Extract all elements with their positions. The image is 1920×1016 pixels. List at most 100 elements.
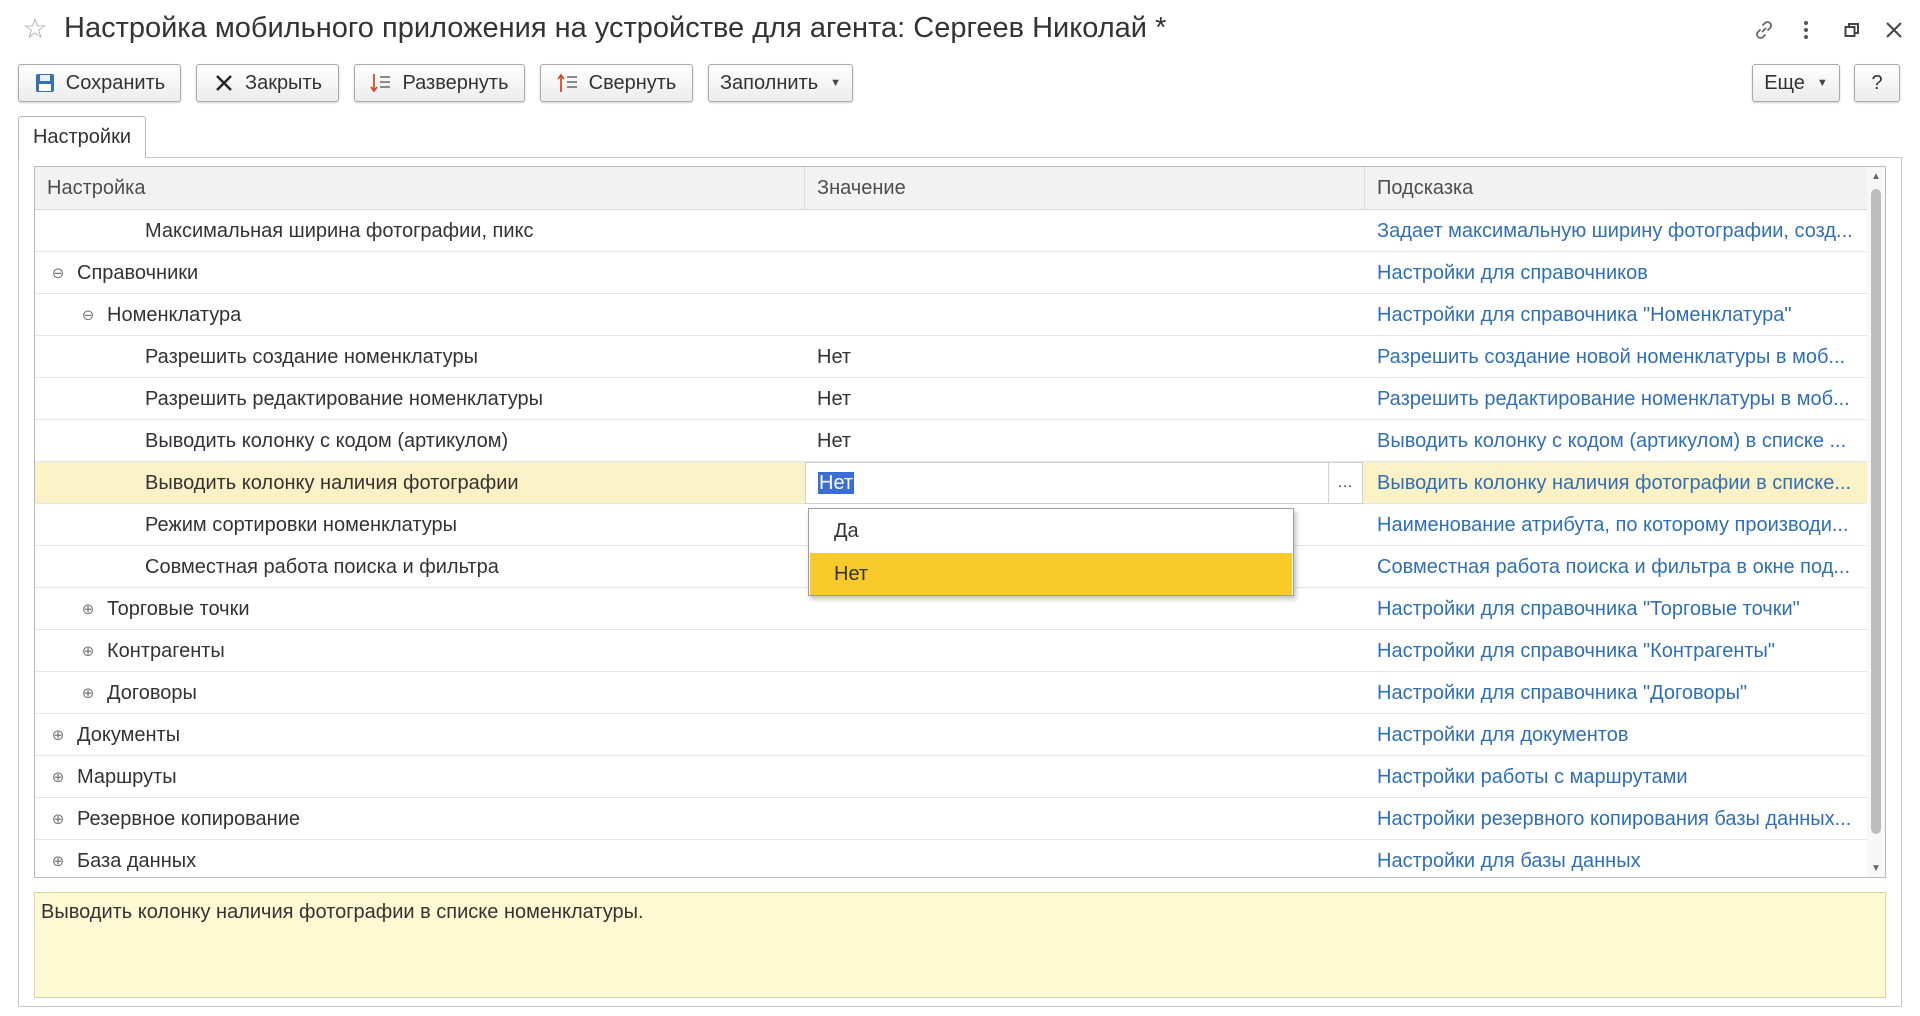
help-button[interactable]: ? [1854, 64, 1900, 102]
setting-name-cell: Разрешить редактирование номенклатуры [35, 378, 805, 420]
table-row[interactable]: Выводить колонку наличия фотографии Нет … В… [35, 462, 1867, 504]
setting-hint-link[interactable]: Выводить колонку наличия фотографии в сп… [1365, 462, 1867, 504]
expand-node-icon[interactable]: ⊕ [51, 770, 65, 785]
setting-hint-link[interactable]: Настройки для базы данных [1365, 840, 1867, 877]
collapse-node-icon[interactable]: ⊖ [81, 308, 95, 323]
table-row[interactable]: ⊕ Документы Настройки для документов [35, 714, 1867, 756]
expand-node-icon[interactable]: ⊕ [51, 812, 65, 827]
setting-hint-link[interactable]: Выводить колонку с кодом (артикулом) в с… [1365, 420, 1867, 462]
setting-hint-link[interactable]: Задает максимальную ширину фотографии, с… [1365, 210, 1867, 252]
scroll-down-icon[interactable]: ▼ [1867, 859, 1885, 877]
more-dropdown-button[interactable]: Еще ▼ [1752, 64, 1840, 102]
setting-name: Маршруты [77, 765, 177, 788]
table-row[interactable]: ⊕ Договоры Настройки для справочника "Дого… [35, 672, 1867, 714]
select-value-button[interactable]: … [1328, 463, 1362, 503]
setting-value[interactable] [805, 840, 1365, 877]
setting-name-cell: Разрешить создание номенклатуры [35, 336, 805, 378]
table-row[interactable]: ⊖ Справочники Настройки для справочников [35, 252, 1867, 294]
help-label: ? [1871, 71, 1883, 94]
table-row[interactable]: ⊕ База данных Настройки для базы данных [35, 840, 1867, 877]
setting-hint-link[interactable]: Наименование атрибута, по которому произ… [1365, 504, 1867, 546]
setting-value[interactable]: Нет [805, 336, 1365, 378]
star-icon[interactable]: ☆ [20, 14, 50, 44]
dropdown-option-label: Да [834, 519, 859, 542]
setting-value[interactable] [805, 714, 1365, 756]
fill-label: Заполнить [719, 71, 819, 94]
dropdown-option-yes[interactable]: Да [810, 510, 1292, 552]
setting-hint-link[interactable]: Настройки для справочника "Номенклатура" [1365, 294, 1867, 336]
setting-hint-link[interactable]: Настройки работы с маршрутами [1365, 756, 1867, 798]
setting-hint-link[interactable]: Разрешить создание новой номенклатуры в … [1365, 336, 1867, 378]
column-header-setting[interactable]: Настройка [35, 167, 805, 210]
setting-hint-link[interactable]: Настройки для справочника "Договоры" [1365, 672, 1867, 714]
collapse-label: Свернуть [588, 71, 677, 94]
scrollbar-thumb[interactable] [1871, 189, 1881, 834]
setting-name-cell: ⊕ Резервное копирование [35, 798, 805, 840]
table-row[interactable]: Разрешить редактирование номенклатуры Нет… [35, 378, 1867, 420]
setting-name: Контрагенты [107, 639, 225, 662]
setting-value[interactable] [805, 294, 1365, 336]
setting-value[interactable] [805, 672, 1365, 714]
collapse-button[interactable]: Свернуть [540, 64, 693, 102]
save-button[interactable]: Сохранить [18, 64, 181, 102]
table-row[interactable]: ⊕ Маршруты Настройки работы с маршрутами [35, 756, 1867, 798]
table-row[interactable]: ⊖ Номенклатура Настройки для справочника "… [35, 294, 1867, 336]
column-header-value[interactable]: Значение [805, 167, 1365, 210]
vertical-scrollbar[interactable]: ▲ ▼ [1867, 167, 1885, 877]
close-button[interactable]: Закрыть [196, 64, 339, 102]
table-row[interactable]: ⊕ Контрагенты Настройки для справочника "К… [35, 630, 1867, 672]
setting-hint-link[interactable]: Настройки для документов [1365, 714, 1867, 756]
setting-value[interactable] [805, 210, 1365, 252]
setting-hint-link[interactable]: Совместная работа поиска и фильтра в окн… [1365, 546, 1867, 588]
restore-icon[interactable] [1836, 14, 1868, 46]
close-label: Закрыть [244, 71, 323, 94]
table-row[interactable]: Выводить колонку с кодом (артикулом) Нет В… [35, 420, 1867, 462]
value-dropdown-list: Да Нет [808, 508, 1294, 596]
expand-node-icon[interactable]: ⊕ [51, 728, 65, 743]
setting-hint-link[interactable]: Настройки резервного копирования базы да… [1365, 798, 1867, 840]
setting-name: Режим сортировки номенклатуры [145, 513, 458, 536]
expand-node-icon[interactable]: ⊕ [81, 686, 95, 701]
setting-name: Совместная работа поиска и фильтра [145, 555, 499, 578]
setting-hint-link[interactable]: Настройки для справочников [1365, 252, 1867, 294]
setting-name-cell: ⊕ Контрагенты [35, 630, 805, 672]
expand-node-icon[interactable]: ⊕ [51, 854, 65, 869]
setting-value[interactable] [805, 252, 1365, 294]
expand-node-icon[interactable]: ⊕ [81, 602, 95, 617]
setting-name: Справочники [77, 261, 199, 284]
title-bar: ☆ Настройка мобильного приложения на уст… [0, 0, 1920, 62]
dropdown-option-no[interactable]: Нет [810, 553, 1292, 595]
hint-panel: Выводить колонку наличия фотографии в сп… [34, 892, 1886, 998]
setting-hint-link[interactable]: Настройки для справочника "Контрагенты" [1365, 630, 1867, 672]
value-input[interactable]: Нет… [805, 462, 1363, 504]
setting-name: Резервное копирование [77, 807, 301, 830]
setting-value[interactable] [805, 630, 1365, 672]
setting-value[interactable] [805, 798, 1365, 840]
column-header-hint[interactable]: Подсказка [1365, 167, 1867, 210]
setting-name-cell: Режим сортировки номенклатуры [35, 504, 805, 546]
chevron-down-icon: ▼ [830, 77, 842, 89]
setting-name: Разрешить создание номенклатуры [145, 345, 478, 368]
table-row[interactable]: Максимальная ширина фотографии, пикс Зада… [35, 210, 1867, 252]
tab-settings[interactable]: Настройки [18, 116, 146, 158]
setting-hint-link[interactable]: Настройки для справочника "Торговые точк… [1365, 588, 1867, 630]
expand-node-icon[interactable]: ⊕ [81, 644, 95, 659]
fill-dropdown-button[interactable]: Заполнить ▼ [708, 64, 853, 102]
more-vertical-icon[interactable] [1790, 14, 1822, 46]
setting-value[interactable]: Нет [805, 378, 1365, 420]
scroll-up-icon[interactable]: ▲ [1867, 167, 1885, 185]
setting-value[interactable]: Нет [805, 420, 1365, 462]
setting-name-cell: ⊖ Справочники [35, 252, 805, 294]
collapse-node-icon[interactable]: ⊖ [51, 266, 65, 281]
table-row[interactable]: ⊕ Резервное копирование Настройки резервно… [35, 798, 1867, 840]
setting-hint-link[interactable]: Разрешить редактирование номенклатуры в … [1365, 378, 1867, 420]
table-row[interactable]: Разрешить создание номенклатуры Нет Разреш… [35, 336, 1867, 378]
window-title: Настройка мобильного приложения на устро… [64, 12, 1167, 44]
setting-value[interactable] [805, 756, 1365, 798]
close-icon[interactable] [1878, 14, 1910, 46]
link-icon[interactable] [1748, 14, 1780, 46]
setting-name: Договоры [107, 681, 197, 704]
close-x-icon [213, 72, 235, 94]
expand-button[interactable]: Развернуть [354, 64, 525, 102]
expand-tree-icon [370, 72, 392, 94]
